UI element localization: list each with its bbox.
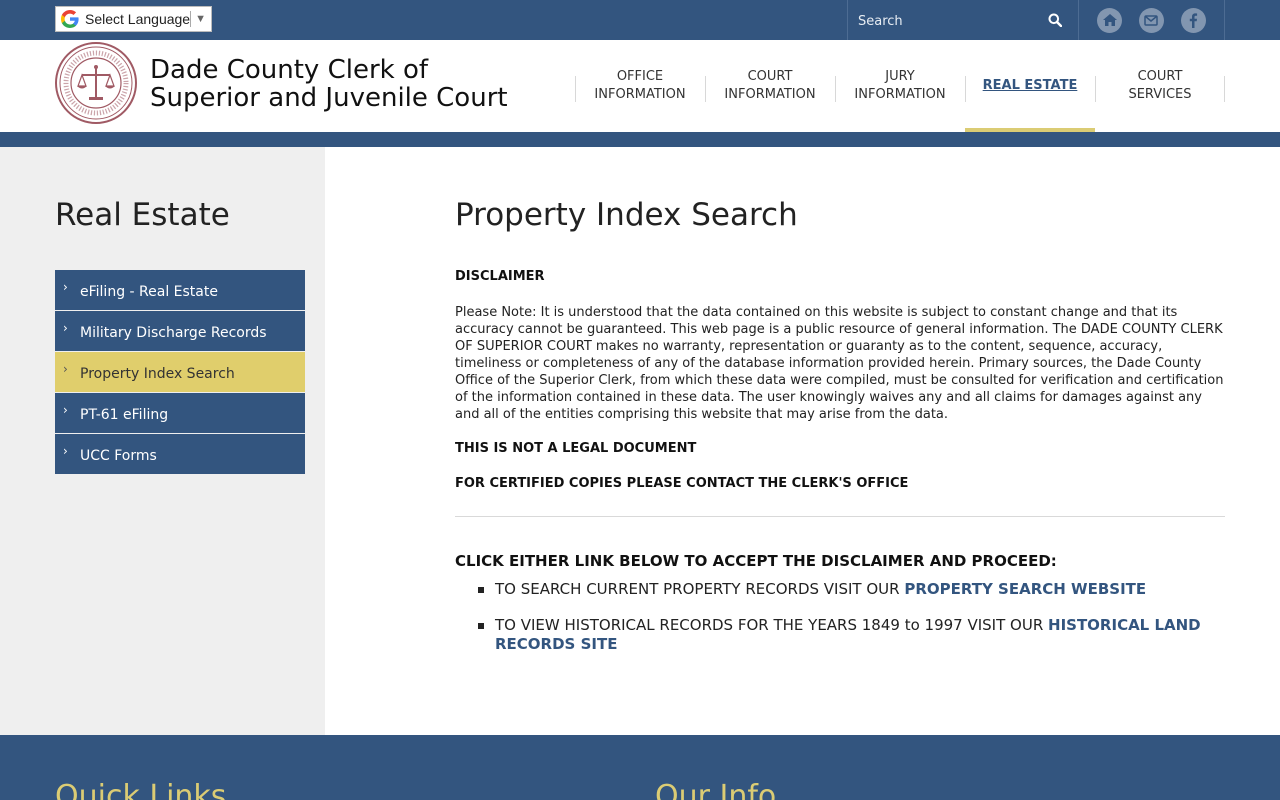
nav-item-label: OFFICE INFORMATION [594, 69, 686, 102]
nav-court-information[interactable]: COURT INFORMATION [705, 40, 835, 132]
bullet-icon [478, 587, 484, 593]
certified-copies-notice: FOR CERTIFIED COPIES PLEASE CONTACT THE … [455, 476, 909, 491]
chevron-down-icon: ▼ [195, 13, 206, 25]
chevron-right-icon: › [63, 280, 68, 294]
site-footer: Quick Links Our Info [0, 735, 1280, 800]
site-header: Dade County Clerk of Superior and Juveni… [0, 40, 1280, 132]
header-band [0, 132, 1280, 147]
footer-our-info-heading: Our Info [655, 779, 777, 800]
nav-jury-information[interactable]: JURY INFORMATION [835, 40, 965, 132]
proceed-links-list: TO SEARCH CURRENT PROPERTY RECORDS VISIT… [455, 580, 1225, 671]
site-title-line-2: Superior and Juvenile Court [150, 83, 508, 113]
chevron-right-icon: › [63, 321, 68, 335]
sidebar-item-label: eFiling - Real Estate [80, 284, 218, 300]
disclaimer-text: Please Note: It is understood that the d… [455, 305, 1224, 422]
sidebar-item-ucc-forms[interactable]: › UCC Forms [55, 434, 305, 474]
search-input[interactable] [858, 8, 1038, 34]
list-item: TO VIEW HISTORICAL RECORDS FOR THE YEARS… [455, 616, 1225, 654]
top-bar: Select Language ▼ [0, 0, 1280, 40]
main-navigation: OFFICE INFORMATION COURT INFORMATION JUR… [575, 40, 1225, 132]
nav-item-label: REAL ESTATE [982, 78, 1078, 93]
list-item: TO SEARCH CURRENT PROPERTY RECORDS VISIT… [455, 580, 1225, 599]
link-description: TO VIEW HISTORICAL RECORDS FOR THE YEARS… [495, 616, 1049, 634]
property-search-website-link[interactable]: PROPERTY SEARCH WEBSITE [904, 580, 1146, 598]
sidebar-item-military-discharge-records[interactable]: › Military Discharge Records [55, 311, 305, 351]
nav-item-label: JURY INFORMATION [854, 69, 946, 102]
language-selector-label: Select Language [85, 11, 191, 27]
sidebar-item-pt61-efiling[interactable]: › PT-61 eFiling [55, 393, 305, 433]
site-title[interactable]: Dade County Clerk of Superior and Juveni… [150, 56, 530, 112]
sidebar-title: Real Estate [55, 197, 230, 233]
chevron-right-icon: › [63, 362, 68, 376]
sidebar-item-efiling-real-estate[interactable]: › eFiling - Real Estate [55, 270, 305, 310]
chevron-right-icon: › [63, 403, 68, 417]
page-title: Property Index Search [455, 197, 798, 233]
google-icon [59, 8, 81, 30]
sidebar-item-label: Property Index Search [80, 366, 235, 382]
county-seal-logo[interactable] [55, 42, 137, 124]
nav-item-label: COURT INFORMATION [724, 69, 816, 102]
sidebar-item-label: Military Discharge Records [80, 325, 267, 341]
nav-office-information[interactable]: OFFICE INFORMATION [575, 40, 705, 132]
facebook-icon[interactable] [1180, 7, 1206, 33]
footer-quick-links-heading: Quick Links [55, 779, 227, 800]
bullet-icon [478, 623, 484, 629]
sidebar-item-label: UCC Forms [80, 448, 157, 464]
search-box [847, 0, 1079, 40]
mail-icon[interactable] [1138, 7, 1164, 33]
nav-court-services[interactable]: COURT SERVICES [1095, 40, 1225, 132]
sidebar-item-label: PT-61 eFiling [80, 407, 169, 423]
not-legal-notice: THIS IS NOT A LEGAL DOCUMENT [455, 441, 697, 456]
content-divider [455, 516, 1225, 517]
nav-real-estate[interactable]: REAL ESTATE [965, 40, 1095, 132]
sidebar-menu: › eFiling - Real Estate › Military Disch… [55, 270, 305, 475]
link-description: TO SEARCH CURRENT PROPERTY RECORDS VISIT… [495, 580, 905, 598]
sidebar-item-property-index-search[interactable]: › Property Index Search [55, 352, 305, 392]
disclaimer-heading: DISCLAIMER [455, 269, 545, 284]
proceed-heading: CLICK EITHER LINK BELOW TO ACCEPT THE DI… [455, 552, 1057, 570]
language-selector[interactable]: Select Language ▼ [55, 6, 212, 32]
nav-item-label: COURT SERVICES [1128, 69, 1192, 102]
sidebar: Real Estate › eFiling - Real Estate › Mi… [0, 147, 325, 735]
social-links [1079, 0, 1225, 40]
site-title-line-1: Dade County Clerk of [150, 55, 429, 85]
chevron-right-icon: › [63, 444, 68, 458]
language-selector-divider [190, 11, 192, 27]
search-icon[interactable] [1044, 10, 1066, 30]
home-icon[interactable] [1097, 7, 1123, 33]
